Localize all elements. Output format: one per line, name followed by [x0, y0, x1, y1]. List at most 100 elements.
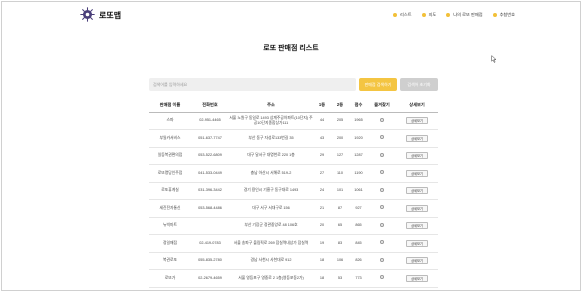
nav-item-map[interactable]: 지도 [421, 12, 436, 18]
favorite-toggle[interactable] [380, 152, 384, 157]
score-cell: 1190 [349, 164, 368, 183]
column-header[interactable]: 1등 [313, 99, 331, 113]
detail-button[interactable]: 상세보기 [406, 134, 428, 142]
store-name-cell: 부일카서비스 [149, 129, 191, 148]
top-navbar: 로또맵 리스트 지도 나의 로또 판매점 추첨번호 [2, 2, 580, 28]
column-header[interactable]: 2등 [331, 99, 349, 113]
phone-cell: 02-2679-4659 [191, 269, 229, 288]
favorite-cell [368, 129, 396, 148]
detail-button[interactable]: 상세보기 [406, 152, 428, 160]
detail-button[interactable]: 상세보기 [406, 274, 428, 282]
favorite-toggle[interactable] [380, 187, 384, 192]
first-prize-cell: 27 [313, 164, 331, 183]
favorite-toggle[interactable] [380, 117, 384, 122]
favorite-toggle[interactable] [380, 222, 384, 227]
nav-item-label: 나의 로또 판매점 [453, 12, 483, 17]
table-row: 뉴빅마트 부산 기장군 정관중앙로 48 106호 20 65 865 상세보기 [149, 217, 438, 235]
first-prize-cell: 18 [313, 252, 331, 270]
phone-cell: 051-637-7747 [191, 129, 229, 148]
favorite-toggle[interactable] [380, 135, 384, 140]
address-cell: 서울 노원구 동일로 1493 상계주공아파트(10단지) 주공10단지종합상가… [229, 112, 313, 130]
detail-button[interactable]: 상세보기 [406, 117, 428, 125]
favorite-cell [368, 112, 396, 130]
favorite-cell [368, 199, 396, 218]
favorite-toggle[interactable] [380, 257, 384, 262]
nav-item-list[interactable]: 리스트 [393, 12, 412, 18]
address-cell: 서울 영등포구 영중로 2 1층(영등포동2가) [229, 269, 313, 288]
table-row: 일등복권편의점 053-522-6809 대구 달서구 대명천로 220 1층 29 1… [149, 147, 438, 165]
detail-button[interactable]: 상세보기 [406, 187, 428, 195]
first-prize-cell: 24 [313, 182, 331, 200]
phone-cell [191, 217, 229, 235]
column-header[interactable]: 즐겨찾기 [368, 99, 396, 113]
table-body: 스파 02-951-4465 서울 노원구 동일로 1493 상계주공아파트(10단… [149, 112, 438, 288]
brand-name[interactable]: 로또맵 [99, 10, 121, 21]
score-cell: 1061 [349, 182, 368, 200]
favorite-cell [368, 252, 396, 270]
favorite-cell [368, 217, 396, 235]
detail-button[interactable]: 상세보기 [406, 257, 428, 265]
second-prize-cell: 83 [331, 234, 349, 253]
column-header[interactable]: 점수 [349, 99, 368, 113]
phone-cell: 02-419-0783 [191, 234, 229, 253]
second-prize-cell: 106 [331, 252, 349, 270]
nav-item-my-stores[interactable]: 나의 로또 판매점 [446, 12, 483, 18]
address-cell: 서울 송파구 올림픽로 269 잠실역내상가 잠실역 [229, 234, 313, 253]
phone-cell: 053-522-6809 [191, 147, 229, 165]
table-row: 세진전자통신 053-568-4486 대구 서구 서대구로 156 21 87 927 상… [149, 199, 438, 218]
favorite-cell [368, 164, 396, 183]
store-name-cell: 정일매점 [149, 234, 191, 253]
table-row: 로또가 02-2679-4659 서울 영등포구 영중로 2 1층(영등포동2가) 1… [149, 269, 438, 288]
store-name-cell: 로또휴게실 [149, 182, 191, 200]
search-input[interactable] [149, 78, 356, 91]
address-cell: 경남 사천시 사천대로 912 [229, 252, 313, 270]
detail-button[interactable]: 상세보기 [406, 169, 428, 177]
second-prize-cell: 87 [331, 199, 349, 218]
table-row: 스파 02-951-4465 서울 노원구 동일로 1493 상계주공아파트(10단… [149, 112, 438, 130]
browser-frame: 로또맵 리스트 지도 나의 로또 판매점 추첨번호 로또 판매점 리스트 판매점… [1, 1, 581, 291]
detail-cell: 상세보기 [396, 252, 438, 270]
detail-cell: 상세보기 [396, 199, 438, 218]
detail-cell: 상세보기 [396, 269, 438, 288]
favorite-toggle[interactable] [380, 240, 384, 245]
first-prize-cell: 20 [313, 217, 331, 235]
reset-search-button[interactable]: 검색어 초기화 [400, 78, 438, 91]
star-icon [446, 13, 451, 17]
detail-cell: 상세보기 [396, 234, 438, 253]
detail-cell: 상세보기 [396, 217, 438, 235]
score-cell: 865 [349, 217, 368, 235]
store-table: 판매점 이름 전화번호 주소 1등 2등 점수 즐겨찾기 상세보기 스파 02-9… [149, 99, 438, 288]
favorite-cell [368, 269, 396, 288]
column-header[interactable]: 주소 [229, 99, 313, 113]
second-prize-cell: 205 [331, 112, 349, 130]
column-header[interactable]: 판매점 이름 [149, 99, 191, 113]
favorite-cell [368, 234, 396, 253]
second-prize-cell: 53 [331, 269, 349, 288]
second-prize-cell: 200 [331, 129, 349, 148]
second-prize-cell: 110 [331, 164, 349, 183]
score-cell: 826 [349, 252, 368, 270]
detail-button[interactable]: 상세보기 [406, 204, 428, 212]
column-header[interactable]: 전화번호 [191, 99, 229, 113]
nav-item-draw-numbers[interactable]: 추첨번호 [492, 12, 515, 18]
first-prize-cell: 44 [313, 112, 331, 130]
detail-cell: 상세보기 [396, 147, 438, 165]
first-prize-cell: 29 [313, 147, 331, 165]
score-cell: 1920 [349, 129, 368, 148]
score-cell: 845 [349, 234, 368, 253]
phone-cell: 041-533-0449 [191, 164, 229, 183]
favorite-toggle[interactable] [380, 275, 384, 280]
favorite-toggle[interactable] [380, 170, 384, 175]
address-cell: 부산 기장군 정관중앙로 48 106호 [229, 217, 313, 235]
detail-button[interactable]: 상세보기 [406, 222, 428, 230]
favorite-toggle[interactable] [380, 205, 384, 210]
detail-button[interactable]: 상세보기 [406, 239, 428, 247]
table-row: 로또명당인주점 041-533-0449 충남 아산시 서해로 519-2 27 110… [149, 164, 438, 183]
nav-menu: 리스트 지도 나의 로또 판매점 추첨번호 [393, 12, 515, 18]
column-header[interactable]: 상세보기 [396, 99, 438, 113]
lotto-logo-icon[interactable] [80, 7, 95, 22]
search-button[interactable]: 판매점 검색하기 [359, 78, 397, 91]
favorite-cell [368, 182, 396, 200]
store-name-cell: 뉴빅마트 [149, 217, 191, 235]
table-header-row: 판매점 이름 전화번호 주소 1등 2등 점수 즐겨찾기 상세보기 [149, 99, 438, 113]
